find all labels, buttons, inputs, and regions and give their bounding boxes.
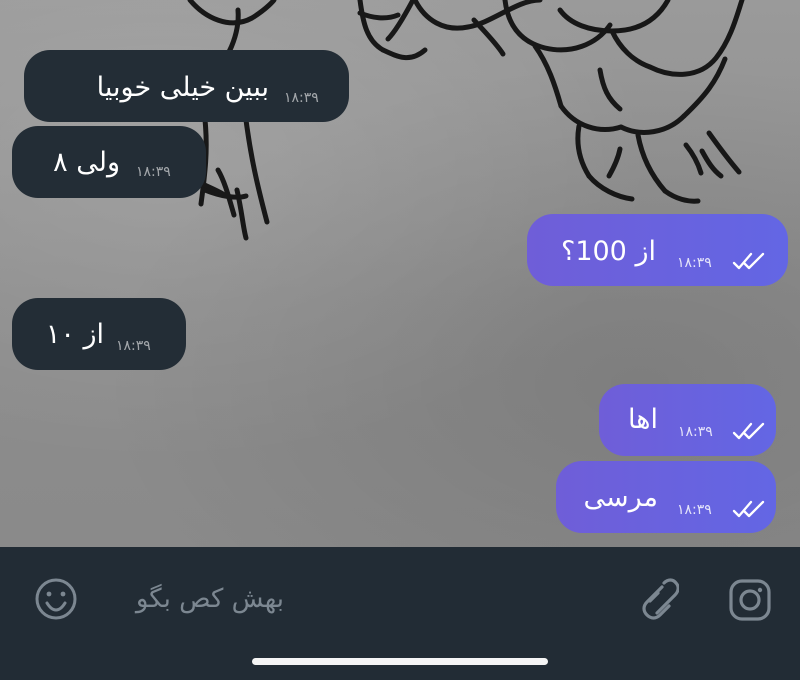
message-input[interactable]: بهش کص بگو <box>100 583 284 615</box>
outgoing-message-bubble[interactable]: از 100؟ ۱۸:۳۹ <box>527 214 788 286</box>
message-text: از ۱۰ <box>45 319 104 350</box>
message-timestamp: ۱۸:۳۹ <box>284 90 319 106</box>
double-check-icon <box>732 252 765 270</box>
message-text: ولی ۸ <box>53 147 120 178</box>
outgoing-message-bubble[interactable]: مرسی ۱۸:۳۹ <box>556 461 776 533</box>
message-timestamp: ۱۸:۳۹ <box>677 502 712 518</box>
message-text: ببین خیلی خوبیا <box>96 72 269 103</box>
message-timestamp: ۱۸:۳۹ <box>678 424 713 440</box>
double-check-icon <box>732 422 765 440</box>
message-timestamp: ۱۸:۳۹ <box>116 338 151 354</box>
message-text: از 100؟ <box>560 236 656 267</box>
home-area <box>0 650 800 680</box>
attachment-icon[interactable] <box>631 575 679 623</box>
emoji-icon[interactable] <box>33 576 79 622</box>
chat-background: ببین خیلی خوبیا ۱۸:۳۹ ولی ۸ ۱۸:۳۹ از 100… <box>0 0 800 547</box>
message-text: اها <box>628 404 658 435</box>
incoming-message-bubble[interactable]: از ۱۰ ۱۸:۳۹ <box>12 298 186 370</box>
instagram-icon[interactable] <box>726 576 774 624</box>
home-indicator[interactable] <box>252 658 548 665</box>
incoming-message-bubble[interactable]: ببین خیلی خوبیا ۱۸:۳۹ <box>24 50 349 122</box>
double-check-icon <box>732 500 765 518</box>
message-timestamp: ۱۸:۳۹ <box>136 164 171 180</box>
message-text: مرسی <box>583 482 659 513</box>
message-timestamp: ۱۸:۳۹ <box>677 255 712 271</box>
incoming-message-bubble[interactable]: ولی ۸ ۱۸:۳۹ <box>12 126 206 198</box>
outgoing-message-bubble[interactable]: اها ۱۸:۳۹ <box>599 384 776 456</box>
